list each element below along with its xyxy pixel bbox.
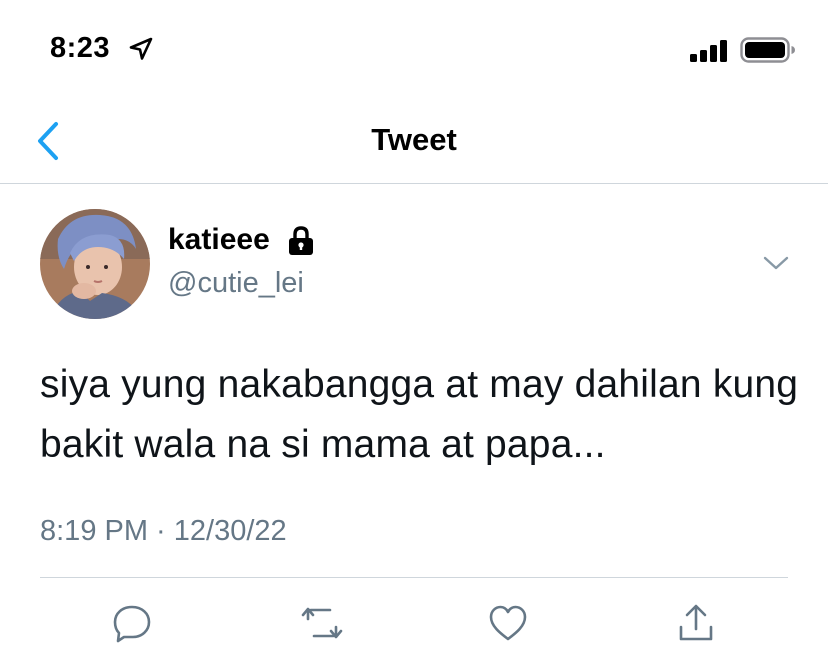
user-handle: @cutie_lei <box>168 267 304 299</box>
chevron-down-icon[interactable] <box>762 253 790 273</box>
status-time: 8:23 <box>50 32 111 64</box>
status-bar: 8:23 <box>0 0 828 100</box>
tweet-text: siya yung nakabangga at may dahilan kung… <box>40 363 799 466</box>
display-name[interactable]: katieee <box>168 223 270 257</box>
battery-icon <box>740 37 796 63</box>
page-title: Tweet <box>371 122 457 157</box>
divider <box>40 577 788 578</box>
tweet-actions <box>0 595 828 655</box>
reply-icon[interactable] <box>110 601 154 645</box>
avatar[interactable] <box>40 209 150 319</box>
location-arrow-icon <box>128 36 154 62</box>
signal-icon <box>690 40 730 62</box>
like-icon[interactable] <box>486 601 530 645</box>
retweet-icon[interactable] <box>300 601 344 645</box>
tweet-timestamp: 8:19 PM · 12/30/22 <box>40 515 287 547</box>
share-icon[interactable] <box>674 601 718 645</box>
lock-icon <box>286 225 316 257</box>
nav-bar: Tweet <box>0 100 828 184</box>
